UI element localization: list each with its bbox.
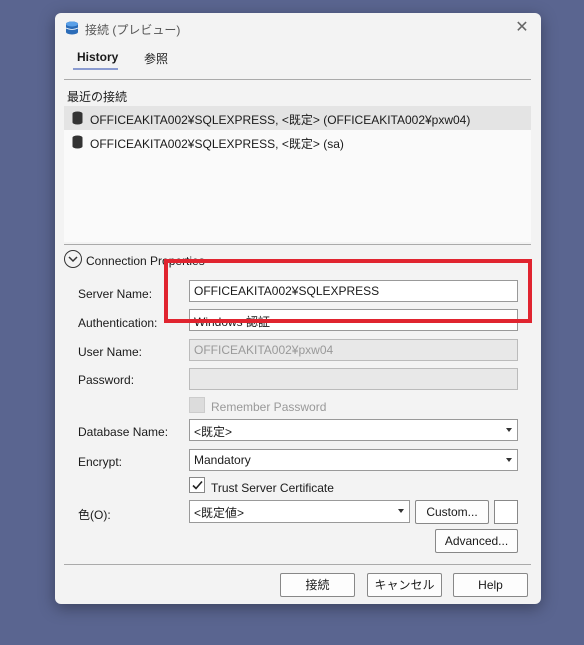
connect-button[interactable]: 接続 [280,573,355,597]
highlight-box [164,259,532,323]
trust-server-certificate-checkbox[interactable] [189,477,205,493]
history-item-label: OFFICEAKITA002¥SQLEXPRESS, <既定> (OFFICEA… [90,113,471,127]
advanced-button[interactable]: Advanced... [435,529,518,553]
encrypt-label: Encrypt: [78,455,123,469]
window-title: 接続 (プレビュー) [85,23,181,37]
user-name-input: OFFICEAKITA002¥pxw04 [189,339,518,361]
active-tab-indicator [73,68,118,70]
remember-password-checkbox [189,397,205,413]
encrypt-select[interactable]: Mandatory [189,449,518,471]
database-name-label: Database Name: [78,425,169,439]
user-name-label: User Name: [78,345,143,359]
recent-connections-label: 最近の接続 [67,90,128,104]
authentication-label: Authentication: [78,316,158,330]
history-item-label: OFFICEAKITA002¥SQLEXPRESS, <既定> (sa) [90,137,344,151]
password-label: Password: [78,373,135,387]
database-icon [72,135,83,149]
tab-history[interactable]: History [77,50,118,64]
checkmark-icon [192,480,203,490]
help-button[interactable]: Help [453,573,528,597]
password-input [189,368,518,390]
server-name-label: Server Name: [78,287,153,301]
encrypt-value: Mandatory [194,453,251,467]
trust-server-certificate-label: Trust Server Certificate [211,481,334,495]
color-label: 色(O): [78,508,111,522]
color-select[interactable]: <既定値> [189,500,410,523]
custom-color-button[interactable]: Custom... [415,500,489,524]
database-icon [65,21,79,35]
color-swatch[interactable] [494,500,518,524]
remember-password-label: Remember Password [211,400,327,414]
divider [64,564,531,565]
color-value: <既定値> [194,506,245,520]
dropdown-arrow-icon [506,428,512,432]
chevron-down-icon[interactable] [64,250,82,268]
tab-browse[interactable]: 参照 [144,50,168,67]
history-item[interactable]: OFFICEAKITA002¥SQLEXPRESS, <既定> (OFFICEA… [64,106,531,130]
database-name-value: <既定> [194,425,233,439]
cancel-button[interactable]: キャンセル [367,573,442,597]
dropdown-arrow-icon [506,458,512,462]
database-icon [72,111,83,125]
divider [64,79,531,80]
divider [64,244,531,245]
title-bar: 接続 (プレビュー) ✕ [55,13,541,43]
database-name-select[interactable]: <既定> [189,419,518,441]
close-icon[interactable]: ✕ [511,17,533,39]
dropdown-arrow-icon [398,509,404,513]
history-item[interactable]: OFFICEAKITA002¥SQLEXPRESS, <既定> (sa) [64,130,531,154]
history-list: OFFICEAKITA002¥SQLEXPRESS, <既定> (OFFICEA… [64,106,531,242]
